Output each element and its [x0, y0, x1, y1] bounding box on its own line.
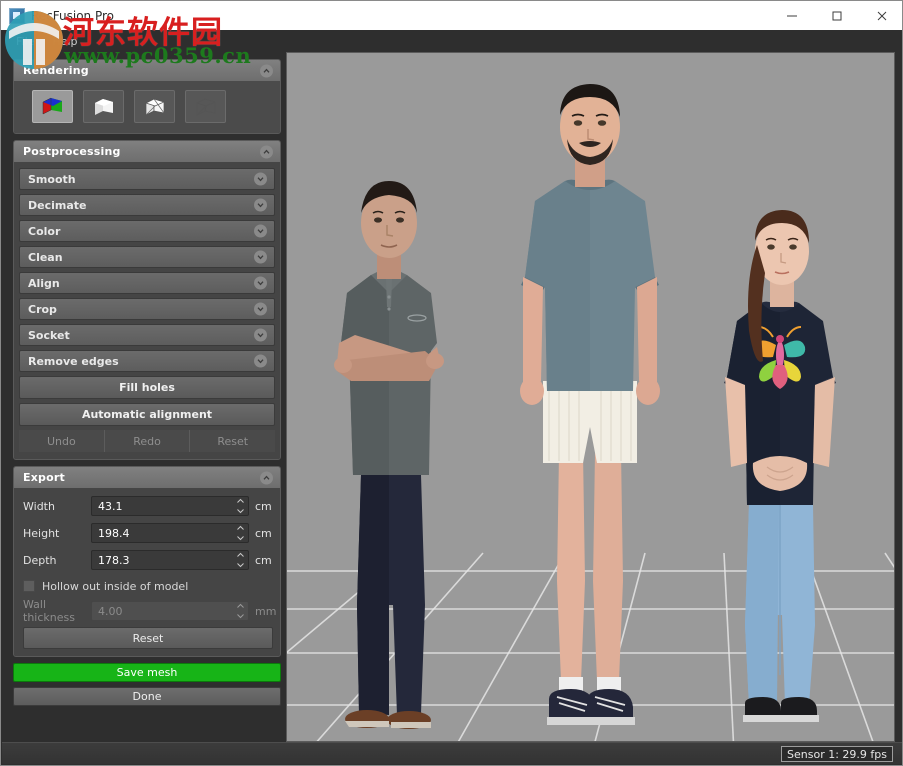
close-button[interactable]: [859, 1, 903, 30]
height-row: Height 198.4 cm: [23, 522, 273, 544]
section-color[interactable]: Color: [19, 220, 275, 242]
export-title: Export: [23, 471, 65, 484]
section-socket-label: Socket: [28, 329, 70, 342]
depth-row: Depth 178.3 cm: [23, 549, 273, 571]
chevron-down-icon[interactable]: [254, 251, 267, 264]
height-input[interactable]: 198.4: [91, 523, 249, 543]
scanned-person-left[interactable]: [309, 175, 469, 737]
menu-help[interactable]: Help: [43, 33, 86, 50]
app-icon: [9, 8, 25, 24]
chevron-down-icon[interactable]: [254, 303, 267, 316]
chevron-down-icon[interactable]: [254, 329, 267, 342]
section-socket[interactable]: Socket: [19, 324, 275, 346]
postprocessing-group: Postprocessing Smooth Decimate: [13, 140, 281, 460]
width-input[interactable]: 43.1: [91, 496, 249, 516]
render-mode-wireframe-button[interactable]: [185, 90, 226, 123]
height-label: Height: [23, 527, 91, 540]
render-mode-shaded-wireframe-button[interactable]: [134, 90, 175, 123]
wall-thickness-unit: mm: [249, 605, 273, 618]
depth-value: 178.3: [92, 554, 130, 567]
wall-thickness-label: Wall thickness: [23, 598, 91, 624]
hollow-out-row[interactable]: Hollow out inside of model: [23, 576, 273, 596]
wall-thickness-value: 4.00: [92, 605, 123, 618]
postprocessing-group-header[interactable]: Postprocessing: [14, 141, 280, 162]
application-window: RecFusion Pro File Help Rendering: [0, 0, 903, 766]
chevron-down-icon[interactable]: [254, 173, 267, 186]
wall-thickness-input[interactable]: 4.00: [91, 601, 249, 621]
export-reset-button[interactable]: Reset: [23, 627, 273, 649]
fill-holes-button[interactable]: Fill holes: [19, 376, 275, 399]
rendering-title: Rendering: [23, 64, 89, 77]
depth-spinner[interactable]: [236, 552, 245, 568]
export-body: Width 43.1 cm Height 198.4: [14, 488, 280, 656]
history-buttons: Undo Redo Reset: [19, 430, 275, 452]
chevron-down-icon[interactable]: [254, 199, 267, 212]
width-unit: cm: [249, 500, 273, 513]
height-value: 198.4: [92, 527, 130, 540]
section-align-label: Align: [28, 277, 60, 290]
window-controls: [769, 1, 903, 30]
menu-file[interactable]: File: [7, 33, 43, 50]
render-mode-shaded-button[interactable]: [83, 90, 124, 123]
section-clean[interactable]: Clean: [19, 246, 275, 268]
sensor-fps-indicator: Sensor 1: 29.9 fps: [781, 746, 893, 762]
menu-bar: File Help: [1, 30, 903, 52]
section-color-label: Color: [28, 225, 60, 238]
width-label: Width: [23, 500, 91, 513]
width-spinner[interactable]: [236, 498, 245, 514]
render-mode-color-button[interactable]: [32, 90, 73, 123]
maximize-button[interactable]: [814, 1, 859, 30]
height-spinner[interactable]: [236, 525, 245, 541]
hollow-out-checkbox[interactable]: [23, 580, 35, 592]
hollow-out-label: Hollow out inside of model: [42, 580, 188, 593]
save-mesh-button[interactable]: Save mesh: [13, 663, 281, 682]
section-clean-label: Clean: [28, 251, 63, 264]
wall-thickness-spinner[interactable]: [236, 603, 245, 619]
section-crop-label: Crop: [28, 303, 57, 316]
section-align[interactable]: Align: [19, 272, 275, 294]
section-smooth-label: Smooth: [28, 173, 76, 186]
postprocessing-title: Postprocessing: [23, 145, 121, 158]
left-control-panel: Rendering: [13, 59, 281, 707]
depth-label: Depth: [23, 554, 91, 567]
section-remove-edges-label: Remove edges: [28, 355, 119, 368]
status-bar: Sensor 1: 29.9 fps: [2, 742, 903, 764]
width-value: 43.1: [92, 500, 123, 513]
depth-unit: cm: [249, 554, 273, 567]
chevron-down-icon[interactable]: [254, 225, 267, 238]
reset-button[interactable]: Reset: [190, 430, 275, 452]
chevron-up-icon[interactable]: [260, 64, 273, 77]
depth-input[interactable]: 178.3: [91, 550, 249, 570]
chevron-down-icon[interactable]: [254, 355, 267, 368]
scanned-person-right[interactable]: [697, 205, 862, 740]
wall-thickness-row: Wall thickness 4.00 mm: [23, 600, 273, 622]
section-decimate[interactable]: Decimate: [19, 194, 275, 216]
minimize-button[interactable]: [769, 1, 814, 30]
rendering-mode-buttons: [14, 81, 280, 133]
export-group: Export Width 43.1 cm: [13, 466, 281, 657]
chevron-up-icon[interactable]: [260, 145, 273, 158]
width-row: Width 43.1 cm: [23, 495, 273, 517]
section-crop[interactable]: Crop: [19, 298, 275, 320]
rendering-group-header[interactable]: Rendering: [14, 60, 280, 81]
window-title: RecFusion Pro: [31, 9, 114, 23]
automatic-alignment-button[interactable]: Automatic alignment: [19, 403, 275, 426]
section-smooth[interactable]: Smooth: [19, 168, 275, 190]
done-button[interactable]: Done: [13, 687, 281, 706]
scanned-person-center[interactable]: [497, 81, 682, 741]
chevron-up-icon[interactable]: [260, 471, 273, 484]
section-decimate-label: Decimate: [28, 199, 87, 212]
redo-button[interactable]: Redo: [105, 430, 191, 452]
section-remove-edges[interactable]: Remove edges: [19, 350, 275, 372]
export-group-header[interactable]: Export: [14, 467, 280, 488]
height-unit: cm: [249, 527, 273, 540]
rendering-group: Rendering: [13, 59, 281, 134]
postprocessing-body: Smooth Decimate Color: [14, 162, 280, 459]
chevron-down-icon[interactable]: [254, 277, 267, 290]
undo-button[interactable]: Undo: [19, 430, 105, 452]
3d-model-viewport[interactable]: [286, 52, 895, 742]
title-bar: RecFusion Pro: [1, 1, 903, 30]
